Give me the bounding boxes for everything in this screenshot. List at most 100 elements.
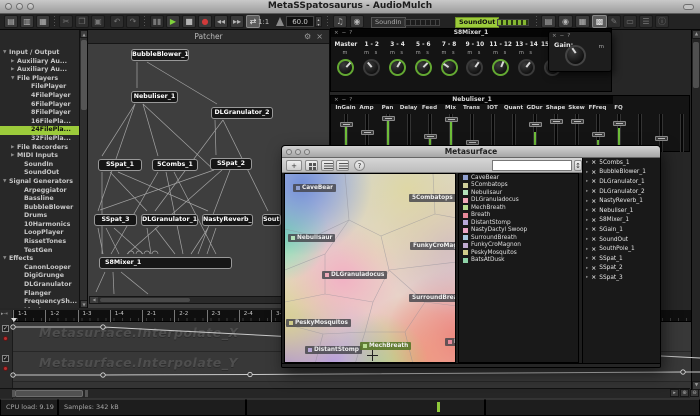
slider-handle[interactable] [424, 134, 437, 139]
palette-scrollbar[interactable]: ▲ ▼ [79, 30, 87, 308]
transport-button[interactable]: ▸▸ [230, 15, 244, 28]
exclude-icon[interactable]: × [591, 159, 596, 166]
slider-handle[interactable] [529, 122, 542, 127]
snapshot-marker[interactable]: 5Combatops [409, 194, 456, 202]
lane-enable-checkbox[interactable]: ✓ [2, 355, 9, 362]
expand-icon[interactable]: ▸ [586, 199, 588, 204]
exclude-icon[interactable]: × [591, 265, 596, 272]
timeline-hscrollbar[interactable] [0, 388, 690, 398]
expand-icon[interactable]: ▸ [586, 208, 588, 213]
mute-solo-buttons[interactable]: m s [410, 50, 436, 58]
lane-enable-checkbox[interactable]: ✓ [2, 325, 9, 332]
gain-knob[interactable] [492, 59, 509, 76]
snapshot-marker[interactable]: PeskyMosquitos [286, 319, 351, 327]
palette-item[interactable]: ▶Auxiliary Au... [0, 58, 80, 67]
exclude-icon[interactable]: × [591, 178, 596, 185]
scroll-down-icon[interactable]: ▼ [692, 381, 700, 390]
main-vscrollbar[interactable]: ▲ ▼ [691, 30, 700, 390]
zoom-out-icon[interactable]: ⊖ [690, 389, 699, 397]
view-button[interactable]: ◉ [558, 15, 573, 28]
snapshot-marker[interactable]: CaveBear [293, 184, 336, 192]
exclude-icon[interactable]: × [591, 255, 596, 262]
detail-view-icon[interactable] [336, 160, 349, 171]
exclude-icon[interactable]: × [591, 236, 596, 243]
snapshot-marker[interactable]: FunkyCroMagnon [410, 242, 456, 250]
tempo-spinner[interactable]: ▴▾ [315, 16, 322, 27]
snapshot-search-input[interactable] [492, 160, 572, 171]
slider-handle[interactable] [340, 122, 353, 127]
palette-item[interactable]: ▶File Recorders [0, 144, 80, 153]
patcher-header[interactable]: Patcher ⚙ × [88, 30, 329, 44]
palette-item[interactable]: ▶MIDI Inputs [0, 152, 80, 161]
edit-button[interactable]: ✂ [59, 15, 73, 28]
grid-view-icon[interactable] [305, 160, 318, 171]
interpolation-cursor[interactable] [367, 350, 378, 361]
patcher-node[interactable]: DLGranulator_1 [141, 214, 198, 226]
exclude-icon[interactable]: × [591, 198, 596, 205]
tool-button[interactable]: ☰ [639, 15, 653, 28]
nebuliser-window-title[interactable]: Nebuliser_1 [331, 96, 613, 104]
palette-item[interactable]: LoopPlayer [0, 229, 80, 238]
contraption-list-item[interactable]: ▸ × SSpat_1 [583, 254, 661, 264]
transport-button[interactable]: ■ [182, 15, 196, 28]
patcher-node[interactable]: BubbleBlower_1 [131, 49, 189, 61]
patcher-settings-icon[interactable]: ⚙ [304, 32, 311, 41]
titlebar[interactable]: MetaSSpatosaurus - AudioMulch [0, 0, 700, 14]
snapshot-marker[interactable]: DLGranuladocus [322, 271, 387, 279]
mute-solo-buttons[interactable]: m [333, 50, 359, 58]
contraption-list-item[interactable]: ▸ × NastyReverb_1 [583, 196, 661, 206]
palette-item[interactable]: LiveLooper [0, 307, 80, 308]
snapshot-marker[interactable]: MechBreath [360, 342, 411, 350]
expand-icon[interactable]: ▸ [586, 160, 588, 165]
scroll-down-icon[interactable]: ▼ [80, 300, 88, 308]
mute-solo-buttons[interactable]: m s [488, 50, 514, 58]
palette-item[interactable]: SoundOut [0, 169, 80, 178]
palette-item[interactable]: FrequencySh... [0, 298, 80, 307]
help-icon[interactable]: ? [349, 97, 355, 103]
palette-item[interactable]: DLGranulator [0, 281, 80, 290]
patcher-node[interactable]: S8Mixer_1 [99, 257, 232, 269]
metasurface-titlebar[interactable]: Metasurface [282, 146, 660, 158]
snapshot-list-item[interactable]: PeskyMosquitos [459, 249, 578, 257]
patcher-hscrollbar[interactable]: ◀ [89, 296, 282, 304]
palette-item[interactable]: ▼File Players [0, 75, 80, 84]
palette-item[interactable]: 4FilePlayer [0, 92, 80, 101]
contraption-list-item[interactable]: ▸ × SSpat_3 [583, 273, 661, 283]
expand-icon[interactable]: ▸ [586, 247, 588, 252]
snapshot-list-item[interactable]: NastyDactyl Swoop [459, 227, 578, 235]
contraption-list-item[interactable]: ▸ × DLGranulator_1 [583, 177, 661, 187]
palette-item[interactable]: ▶Auxiliary Au... [0, 66, 80, 75]
lane-record-icon[interactable] [3, 366, 8, 371]
mute-solo-buttons[interactable]: m s [514, 50, 540, 58]
add-snapshot-button[interactable]: + [286, 160, 302, 171]
snapshot-list-item[interactable]: SurroundBreath [459, 234, 578, 242]
snapshot-list-item[interactable]: CaveBear [459, 174, 578, 182]
snapshot-marker[interactable]: Nebulisaur [288, 234, 335, 242]
palette-item[interactable]: 16FilePla... [0, 118, 80, 127]
contraption-list-item[interactable]: ▸ × DLGranulator_2 [583, 187, 661, 197]
edit-button[interactable]: ▣ [91, 15, 105, 28]
help-icon[interactable]: ? [354, 160, 365, 171]
palette-item[interactable]: 8FilePlayer [0, 109, 80, 118]
contraption-list-item[interactable]: ▸ × S8Mixer_1 [583, 216, 661, 226]
scroll-up-icon[interactable]: ▲ [692, 30, 700, 39]
soundout-meter[interactable] [497, 19, 529, 26]
patcher-node[interactable]: NastyReverb_1 [202, 214, 253, 226]
param-slider[interactable] [680, 114, 684, 152]
undo-redo-button[interactable]: ↶ [110, 15, 124, 28]
contraption-list-item[interactable]: ▸ × 5Combs_1 [583, 158, 661, 168]
window-resize-edge[interactable] [282, 363, 660, 368]
palette-item[interactable]: Flanger [0, 290, 80, 299]
transport-button[interactable]: ▶ [166, 15, 180, 28]
snapshot-list-item[interactable]: 5Combatops [459, 182, 578, 190]
slider-handle[interactable] [361, 130, 374, 135]
palette-item[interactable]: Arpeggiator [0, 187, 80, 196]
mute-solo-buttons[interactable]: m s [436, 50, 462, 58]
file-button[interactable]: ▦ [36, 15, 50, 28]
palette-item[interactable]: FilePlayer [0, 83, 80, 92]
expand-icon[interactable]: ▸ [586, 218, 588, 223]
slider-handle[interactable] [592, 132, 605, 137]
snapshot-list-item[interactable]: DistantStomp [459, 219, 578, 227]
mute-solo-buttons[interactable]: m s [462, 50, 488, 58]
expand-icon[interactable]: ▸ [586, 179, 588, 184]
